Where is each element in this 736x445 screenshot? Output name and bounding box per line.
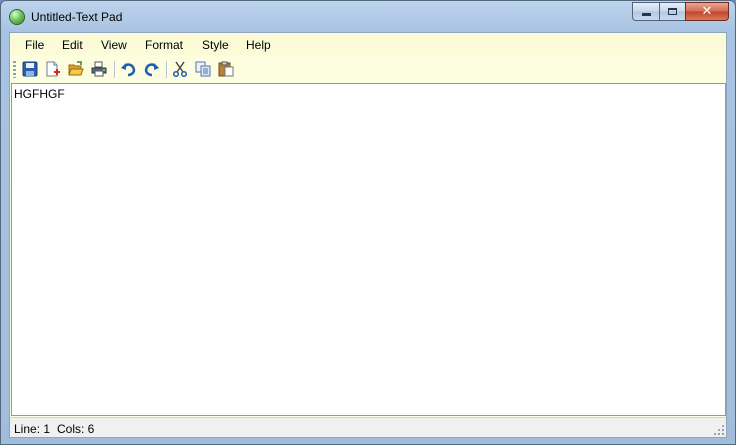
app-window: Untitled-Text Pad ✕ File Edit View Forma… [0, 0, 736, 445]
undo-button[interactable] [119, 60, 137, 78]
toolbar-separator [166, 61, 168, 78]
menu-view[interactable]: View [101, 38, 127, 52]
menu-format[interactable]: Format [145, 38, 183, 52]
toolbar-separator [114, 61, 116, 78]
menu-file[interactable]: File [25, 38, 44, 52]
open-button[interactable] [67, 60, 85, 78]
close-icon: ✕ [701, 4, 713, 19]
save-button[interactable] [21, 60, 39, 78]
copy-button[interactable] [194, 60, 212, 78]
save-icon [22, 61, 38, 77]
status-line: Line: 1 [14, 422, 51, 436]
paste-button[interactable] [217, 60, 235, 78]
print-icon [91, 61, 107, 77]
undo-icon [121, 63, 136, 77]
close-button[interactable]: ✕ [685, 2, 729, 21]
minimize-button[interactable] [632, 2, 659, 21]
cut-button[interactable] [171, 60, 189, 78]
maximize-button[interactable] [659, 2, 685, 21]
status-cols: Cols: 6 [57, 422, 95, 436]
print-button[interactable] [90, 60, 108, 78]
editor-content[interactable]: HGFHGF [14, 87, 65, 101]
title-bar[interactable]: Untitled-Text Pad ✕ [1, 1, 735, 31]
redo-icon [144, 63, 159, 77]
caption-buttons: ✕ [632, 2, 729, 22]
menu-help[interactable]: Help [246, 38, 271, 52]
status-bar: Line: 1 Cols: 6 [10, 417, 726, 437]
new-file-icon [46, 61, 60, 77]
menu-style[interactable]: Style [202, 38, 229, 52]
copy-icon [195, 61, 211, 77]
text-editor[interactable]: HGFHGF [11, 83, 726, 416]
maximize-icon [668, 8, 677, 15]
resize-grip-icon[interactable] [713, 424, 724, 435]
open-folder-icon [68, 61, 84, 76]
toolbar [10, 57, 726, 81]
client-area: File Edit View Format Style Help HGFHGF … [9, 32, 727, 438]
paste-icon [218, 61, 234, 77]
app-icon [10, 10, 24, 24]
menu-bar: File Edit View Format Style Help [10, 33, 726, 55]
redo-button[interactable] [143, 60, 161, 78]
new-file-button[interactable] [44, 60, 62, 78]
cut-icon [172, 61, 188, 77]
window-title: Untitled-Text Pad [31, 10, 123, 24]
minimize-icon [641, 13, 651, 16]
toolbar-grip[interactable] [13, 61, 16, 78]
menu-edit[interactable]: Edit [62, 38, 83, 52]
